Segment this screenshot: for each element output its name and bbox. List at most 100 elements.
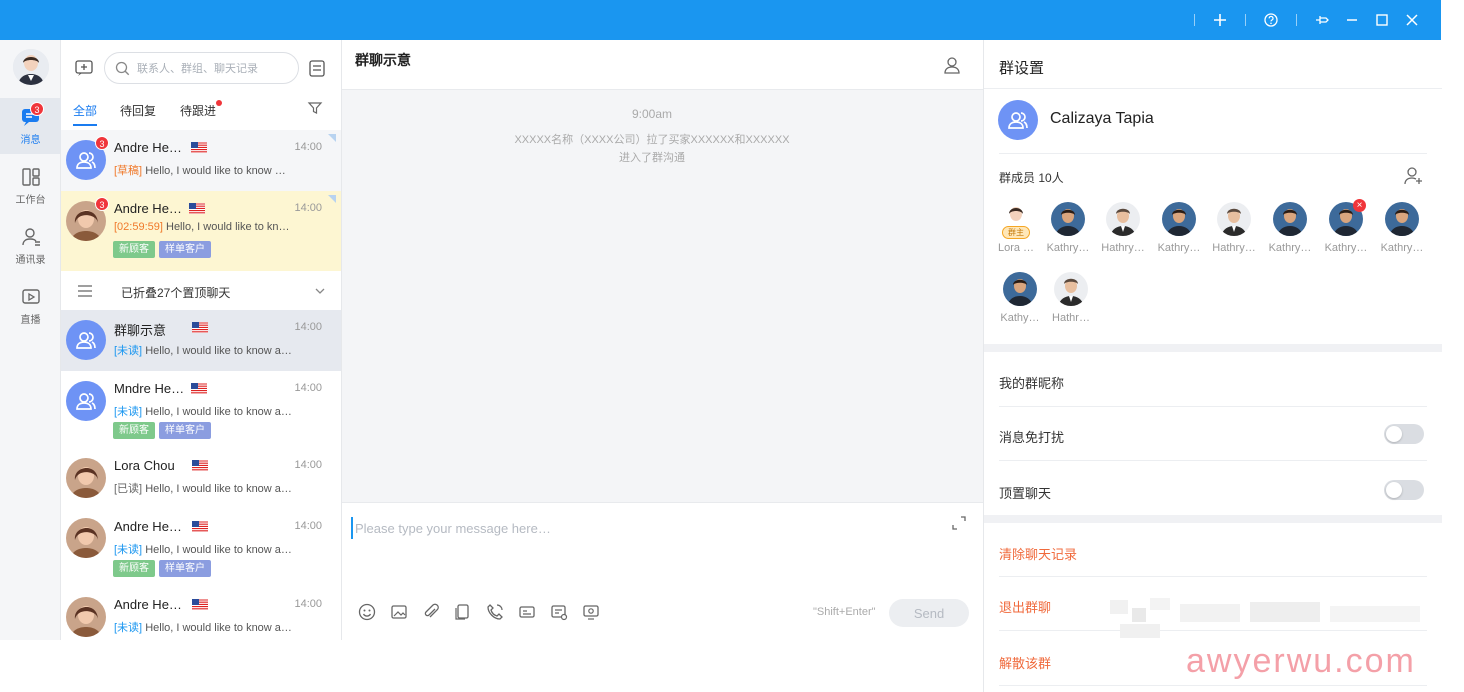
file-button[interactable] [454,601,486,623]
system-message: XXXXX名称（XXXX公司）拉了买家XXXXXX和XXXXXX 进入了群沟通 [342,131,962,167]
tab-pending-reply[interactable]: 待回复 [120,102,156,126]
preview-text: Hello, I would like to kn… [166,221,290,233]
expand-icon[interactable] [951,515,967,531]
group-icon [76,332,96,349]
group-avatar [66,381,106,421]
unread-tag: [未读] [114,544,143,556]
group-member[interactable]: Kathry… [1044,202,1092,268]
nav-item-workbench[interactable]: 工作台 [0,158,61,214]
tag-new-customer: 新顾客 [113,422,155,439]
chat-title: 群聊示意 [355,52,411,68]
unread-badge: 3 [30,102,44,116]
quote-button[interactable] [550,601,582,623]
emoji-button[interactable] [358,601,390,623]
group-member[interactable]: Kathy… [996,272,1044,338]
group-icon [76,393,96,410]
group-member[interactable]: 群主 Lora … [992,202,1040,268]
folded-pins-row[interactable]: 已折叠27个置顶聊天 [61,272,341,310]
attachment-button[interactable] [422,601,454,623]
preview-text: Hello, I would like to know a… [145,622,292,634]
conversation-item[interactable]: Andre He… 14:00 [未读] Hello, I would like… [61,510,341,589]
folded-pins-text: 已折叠27个置顶聊天 [121,286,231,300]
us-flag-icon [189,203,205,214]
tab-follow-up[interactable]: 待跟进 [180,100,223,126]
close-icon[interactable] [1402,10,1422,30]
group-member[interactable]: Kathry… [1155,202,1203,268]
pin-window-icon[interactable] [1312,10,1332,30]
help-icon[interactable] [1261,10,1281,30]
nav-item-live[interactable]: 直播 [0,278,61,334]
pinned-corner [328,195,336,203]
mute-label: 消息免打扰 [999,430,1065,445]
conversation-item[interactable]: 3 Andre He… 14:00 [02:59:59] Hello, I wo… [61,191,341,271]
conversation-preview: [未读] Hello, I would like to know a… [114,342,319,358]
conversation-item[interactable]: Mndre He… 14:00 [未读] Hello, I would like… [61,371,341,450]
add-icon[interactable] [1210,10,1230,30]
group-name: Calizaya Tapia [1050,110,1154,127]
nav-label: 消息 [20,135,41,146]
contacts-icon [21,228,40,246]
conversation-preview: [未读] Hello, I would like to know a… [114,403,319,419]
member-name: Kathry… [1157,242,1201,254]
group-member[interactable]: Kathry… [1378,202,1426,268]
contact-avatar [66,458,106,498]
remove-member-icon[interactable]: × [1353,199,1366,212]
send-shortcut-hint: "Shift+Enter" [813,606,876,618]
group-member[interactable]: Kathry… [1266,202,1314,268]
group-member[interactable]: Hathr… [1047,272,1095,338]
group-member[interactable]: × Kathry… [1322,199,1370,268]
member-info-icon[interactable] [943,56,961,74]
exit-group-button[interactable]: 退出群聊 [999,597,1051,616]
member-avatar [1051,202,1085,236]
group-member[interactable]: Hathry… [1210,202,1258,268]
add-member-icon[interactable] [1404,166,1424,186]
user-avatar[interactable] [13,49,49,85]
my-nickname-row[interactable]: 我的群昵称 [999,373,1064,392]
workbench-icon [21,168,40,186]
nav-label: 通讯录 [15,255,46,266]
tab-all[interactable]: 全部 [73,102,98,126]
dissolve-group-button[interactable]: 解散该群 [999,653,1051,672]
system-message-line: 进入了群沟通 [619,152,685,164]
search-input[interactable] [137,59,292,79]
group-member[interactable]: Hathry… [1099,202,1147,268]
search-row [61,40,341,96]
member-name: Kathry… [1046,242,1090,254]
call-button[interactable] [486,601,518,623]
screenshot-button[interactable] [582,601,614,623]
us-flag-icon [191,383,207,394]
live-icon [21,289,40,304]
customer-tags: 新顾客 样单客户 [113,560,211,577]
conversation-time: 14:00 [294,520,322,532]
nav-label: 直播 [20,315,41,326]
conversation-item[interactable]: 群聊示意 14:00 [未读] Hello, I would like to k… [61,310,341,371]
minimize-icon[interactable] [1342,10,1362,30]
nav-item-contacts[interactable]: 通讯录 [0,218,61,274]
conversation-item[interactable]: 3 Andre He… 14:00 [草稿] Hello, I would li… [61,130,341,191]
tab-label: 待跟进 [180,104,217,118]
copy-icon [455,604,469,620]
conversation-item[interactable]: Andre He… 14:00 [未读] Hello, I would like… [61,589,341,640]
conversation-item[interactable]: Lora Chou 14:00 [已读] Hello, I would like… [61,450,341,510]
us-flag-icon [192,599,208,610]
settings-title: 群设置 [999,60,1045,77]
mute-toggle[interactable] [1384,424,1424,444]
divider [999,460,1427,461]
image-button[interactable] [390,601,422,623]
send-button[interactable]: Send [889,599,969,627]
filter-icon[interactable] [307,100,323,116]
clear-history-button[interactable]: 清除聊天记录 [999,544,1077,563]
member-avatar [1217,202,1251,236]
paperclip-icon [424,603,439,618]
card-button[interactable] [518,601,550,623]
nav-item-messages[interactable]: 消息 3 [0,98,61,154]
search-box[interactable] [104,52,299,84]
conversation-time: 14:00 [294,202,322,214]
maximize-icon[interactable] [1372,10,1392,30]
list-icon [78,285,92,297]
pin-chat-toggle[interactable] [1384,480,1424,500]
message-input[interactable] [351,517,931,539]
member-avatar [1003,272,1037,306]
new-chat-icon[interactable] [74,58,94,78]
address-book-icon[interactable] [307,58,327,78]
